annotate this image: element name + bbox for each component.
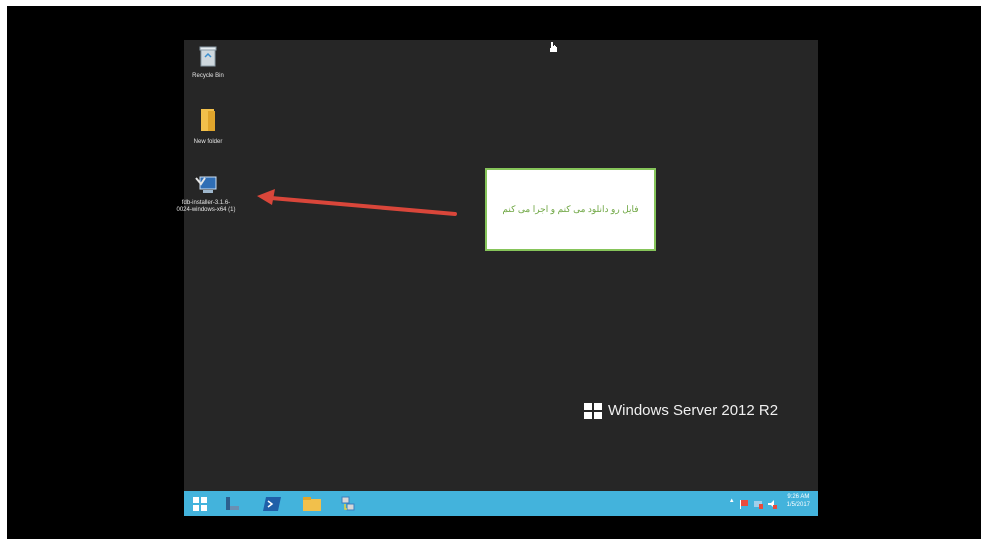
desktop-icon-label: New folder [193, 139, 223, 145]
annotation-arrow [255, 188, 460, 225]
annotation-callout: فایل رو دانلود می کنم و اجرا می کنم [485, 168, 656, 251]
desktop-icon-installer[interactable]: fdb-installer-3.1.6-0024-windows-x64 (1) [176, 176, 236, 214]
clock-time: 9:26 AM [787, 494, 810, 500]
system-tray: ▲ 9:26 AM 1/5/2017 [729, 493, 810, 509]
desktop-icon-new-folder[interactable]: New folder [181, 107, 235, 146]
os-watermark: Windows Server 2012 R2 [584, 402, 778, 419]
os-brand-text: Windows Server 2012 R2 [608, 402, 779, 419]
show-hidden-icons-chevron[interactable]: ▲ [729, 498, 735, 504]
server-manager-icon[interactable] [222, 494, 242, 513]
desktop-icon-label: Recycle Bin [192, 73, 224, 79]
callout-text: فایل رو دانلود می کنم و اجرا می کنم [502, 204, 639, 214]
volume-icon[interactable] [767, 496, 777, 509]
windows-start-icon[interactable] [190, 494, 210, 513]
clock-date: 1/5/2017 [786, 502, 810, 508]
clock[interactable]: 9:26 AM 1/5/2017 [787, 493, 810, 509]
hand-cursor-icon [548, 40, 558, 58]
network-status-icon[interactable] [753, 496, 763, 509]
powershell-icon[interactable] [262, 494, 282, 513]
desktop-icon-label: fdb-installer-3.1.6-0024-windows-x64 (1) [176, 200, 236, 213]
installer-icon [176, 176, 236, 197]
recycle-bin-icon [181, 45, 235, 70]
desktop-icon-recycle-bin[interactable]: Recycle Bin [181, 45, 235, 80]
file-explorer-icon[interactable] [302, 494, 322, 513]
flag-icon[interactable] [739, 496, 749, 509]
windows-logo-icon [584, 402, 602, 419]
desktop[interactable]: Recycle Bin New folder fdb-installer-3.1… [176, 40, 818, 491]
folder-icon [181, 107, 235, 136]
network-icon[interactable] [338, 494, 358, 513]
taskbar: ▲ 9:26 AM 1/5/2017 [184, 491, 818, 516]
